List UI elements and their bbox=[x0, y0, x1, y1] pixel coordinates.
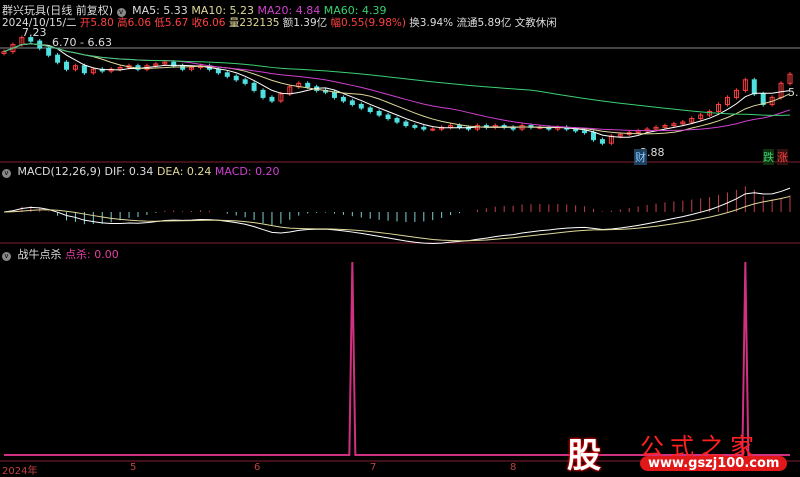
chart-canvas[interactable] bbox=[0, 0, 800, 475]
candle bbox=[224, 72, 230, 77]
candle bbox=[751, 79, 757, 95]
axis-label: 7 bbox=[370, 462, 377, 473]
candle bbox=[385, 114, 391, 120]
indicator-header: v 战牛点杀 点杀: 0.00 bbox=[2, 246, 119, 262]
ma60-line bbox=[3, 43, 791, 116]
candle bbox=[403, 121, 409, 127]
candle bbox=[582, 130, 588, 134]
candle bbox=[46, 47, 52, 56]
candle bbox=[81, 65, 87, 74]
candle bbox=[340, 96, 346, 102]
up-badge[interactable]: 涨 bbox=[777, 149, 788, 165]
candle bbox=[430, 128, 436, 131]
candle bbox=[55, 54, 61, 63]
candle bbox=[367, 107, 373, 112]
chevron-down-icon[interactable]: v bbox=[2, 252, 11, 261]
candle bbox=[331, 91, 337, 98]
macd-value: MACD: 0.20 bbox=[214, 165, 280, 178]
dif: DIF: 0.34 bbox=[104, 165, 154, 178]
logo-url: www.gszj100.com bbox=[640, 456, 788, 471]
indicator-title: 战牛点杀 bbox=[17, 248, 62, 261]
candle bbox=[349, 100, 355, 105]
candle bbox=[412, 125, 418, 128]
candle bbox=[64, 61, 70, 70]
down-badge[interactable]: 跌 bbox=[763, 149, 774, 165]
macd-header: v MACD(12,26,9) DIF: 0.34 DEA: 0.24 MACD… bbox=[2, 165, 280, 178]
candle bbox=[215, 68, 221, 74]
watermark-logo: 股 公式之家 www.gszj100.com bbox=[555, 425, 795, 476]
candle bbox=[242, 79, 248, 84]
indicator-value: 0.00 bbox=[94, 248, 119, 261]
candle bbox=[376, 110, 382, 116]
finance-badge[interactable]: 财 bbox=[634, 149, 647, 165]
candle bbox=[599, 139, 605, 144]
axis-label: 6 bbox=[254, 462, 261, 473]
chevron-down-icon[interactable]: v bbox=[2, 169, 11, 178]
macd-title: MACD(12,26,9) bbox=[17, 165, 102, 178]
indicator-label: 点杀: bbox=[65, 248, 91, 261]
candle bbox=[394, 118, 400, 123]
high-mark: 7.23 bbox=[22, 26, 47, 39]
candle bbox=[421, 126, 427, 130]
axis-label: 8 bbox=[510, 462, 517, 473]
candle bbox=[260, 89, 266, 98]
last-price: 5. bbox=[788, 86, 799, 99]
candle bbox=[457, 125, 463, 128]
dea: DEA: 0.24 bbox=[156, 165, 212, 178]
candle bbox=[251, 82, 257, 91]
candle bbox=[358, 103, 364, 109]
range-label: 6.70 - 6.63 bbox=[52, 36, 112, 49]
candle bbox=[180, 65, 186, 70]
candle bbox=[233, 75, 239, 81]
candle bbox=[591, 132, 596, 141]
candle bbox=[269, 96, 275, 102]
logo-char: 股 bbox=[567, 436, 601, 476]
axis-label: 5 bbox=[130, 462, 137, 473]
candle bbox=[305, 82, 311, 88]
